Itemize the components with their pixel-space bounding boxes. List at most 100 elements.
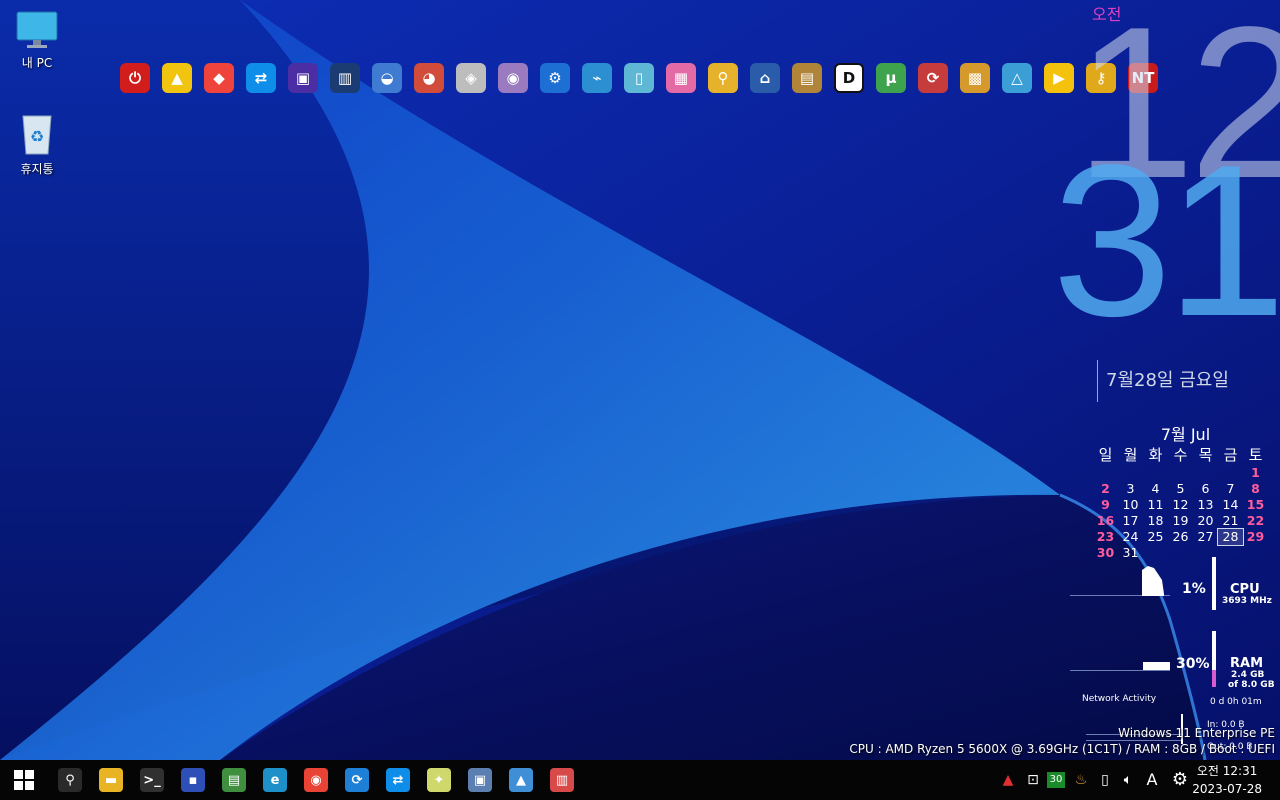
ghost-icon-glyph: ◈ [456,63,486,93]
calendar-day: 3 [1126,481,1135,496]
hwinfo-icon[interactable]: ▥ [330,63,360,93]
calendar-day: 25 [1147,529,1164,544]
settings-gear-icon[interactable]: ⚙ [1170,770,1190,790]
ghost-icon[interactable]: ◈ [456,63,486,93]
file-explorer-taskbar-button[interactable]: ▬ [91,760,131,800]
tray-tool-icon[interactable]: ♨ [1071,770,1091,790]
command-prompt-taskbar-button[interactable]: >_ [132,760,172,800]
triangle-app-icon-glyph: △ [1002,63,1032,93]
cpu-z-icon-glyph: ▣ [288,63,318,93]
tray-time: 오전 12:31 [1196,764,1258,778]
calendar-day: 13 [1197,497,1214,512]
calendar-day: 21 [1222,513,1239,528]
chrome-taskbar-button[interactable]: ◉ [296,760,336,800]
anydesk-icon-glyph: ◆ [204,63,234,93]
tray-badge-icon[interactable]: 30 [1047,772,1065,788]
d-app-icon-glyph: D [834,63,864,93]
task-manager-taskbar-button[interactable]: ▥ [542,760,582,800]
taskbar: ⚲ ▬ >_ ▪ ▤ e ◉ ⟳ ⇄ ✦ ▣ ▲ ▥ ▲ ⊡ 30 ♨ ▯ 🔈︎ A ⚙ 오전 12:3… [0,760,1280,800]
calendar-weekday: 목 [1198,446,1213,464]
input-method-indicator[interactable]: A [1142,770,1162,790]
network-card-taskbar-button[interactable]: ▤ [214,760,254,800]
photo-viewer-taskbar-button[interactable]: ▲ [501,760,541,800]
disc-burn-icon-glyph: ◉ [498,63,528,93]
ram-percent: 30% [1176,656,1210,672]
network-status-icon[interactable]: ⊡ [1023,770,1043,790]
calendar-day: 29 [1246,529,1265,544]
calendar-day: 24 [1122,529,1139,544]
sync-icon: ⟳ [345,768,369,792]
system-specs: CPU : AMD Ryzen 5 5600X @ 3.69GHz (1C1T)… [849,742,1275,756]
calendar-weekday: 월 [1123,446,1138,464]
calendar-weekday: 토 [1248,446,1263,464]
media-player-icon[interactable]: ▶ [1044,63,1074,93]
remote-user-icon[interactable]: ⌂ [750,63,780,93]
power-icon[interactable]: ⏻ [120,63,150,93]
teamviewer-taskbar-button[interactable]: ⇄ [378,760,418,800]
cpu-level-bar [1212,557,1216,610]
cleaner-icon: ✦ [427,768,451,792]
network-card-icon: ▤ [222,768,246,792]
disk-tool-icon[interactable]: ◒ [372,63,402,93]
calendar-blank [1168,465,1193,481]
volume-icon[interactable]: 🔈︎ [1118,770,1138,790]
uptime: 0 d 0h 01m [1210,697,1262,707]
search-user-icon[interactable]: ⚲ [708,63,738,93]
windows-store-icon-glyph: ▦ [666,63,696,93]
edge-taskbar-button[interactable]: e [255,760,295,800]
search-taskbar-button[interactable]: ⚲ [50,760,90,800]
settings-gears-icon[interactable]: ⚙ [540,63,570,93]
calendar-day: 18 [1147,513,1164,528]
tray-arrow-icon[interactable]: ▲ [998,770,1018,790]
archive-box-icon[interactable]: ▤ [792,63,822,93]
anydesk-icon[interactable]: ◆ [204,63,234,93]
backup-restore-icon[interactable]: ⟳ [918,63,948,93]
utorrent-icon[interactable]: μ [876,63,906,93]
date-divider [1097,360,1098,402]
teamviewer-icon[interactable]: ⇄ [246,63,276,93]
sync-taskbar-button[interactable]: ⟳ [337,760,377,800]
settings-gears-icon-glyph: ⚙ [540,63,570,93]
calendar-day: 31 [1122,545,1139,560]
network-share-icon: ▣ [468,768,492,792]
calendar-day: 14 [1222,497,1239,512]
calendar-days: 1 2 3 4 5 6 7 8 9 10 11 12 13 14 15 16 17 18 19 20 21 22 23 24 2… [1093,465,1268,561]
start-button[interactable] [4,760,44,800]
calendar-day: 11 [1147,497,1164,512]
calendar-day: 9 [1101,497,1110,512]
notepad-icon-glyph: ▯ [624,63,654,93]
usb-device-icon[interactable]: ▯ [1095,770,1115,790]
calendar-day: 1 [1251,465,1260,480]
teamviewer-icon-glyph: ⇄ [246,63,276,93]
cpu-title: CPU [1230,582,1260,597]
network-share-taskbar-button[interactable]: ▣ [460,760,500,800]
disc-burn-icon[interactable]: ◉ [498,63,528,93]
calendar-day: 30 [1096,545,1115,560]
cpu-frequency: 3693 MHz [1222,596,1272,606]
windows-store-icon[interactable]: ▦ [666,63,696,93]
aimp-icon[interactable]: ▲ [162,63,192,93]
calendar-day: 20 [1197,513,1214,528]
calendar-day: 19 [1172,513,1189,528]
calendar-day: 23 [1096,529,1115,544]
ram-title: RAM [1230,656,1264,671]
triangle-app-icon[interactable]: △ [1002,63,1032,93]
tray-clock[interactable]: 오전 12:31 2023-07-28 [1192,762,1262,798]
calendar-weekday: 수 [1173,446,1188,464]
this-pc-shortcut[interactable]: 내 PC [2,10,72,71]
utorrent-icon-glyph: μ [876,63,906,93]
cpu-z-icon[interactable]: ▣ [288,63,318,93]
calendar-day: 22 [1246,513,1265,528]
calendar-day: 12 [1172,497,1189,512]
package-icon-glyph: ▩ [960,63,990,93]
cleaner-taskbar-button[interactable]: ✦ [419,760,459,800]
network-tool-icon[interactable]: ⌁ [582,63,612,93]
save-disk-taskbar-button[interactable]: ▪ [173,760,213,800]
package-icon[interactable]: ▩ [960,63,990,93]
partition-icon[interactable]: ◕ [414,63,444,93]
media-player-icon-glyph: ▶ [1044,63,1074,93]
notepad-icon[interactable]: ▯ [624,63,654,93]
d-app-icon[interactable]: D [834,63,864,93]
recycle-bin-shortcut[interactable]: ♻ 휴지통 [2,112,72,177]
calendar-day: 6 [1201,481,1210,496]
